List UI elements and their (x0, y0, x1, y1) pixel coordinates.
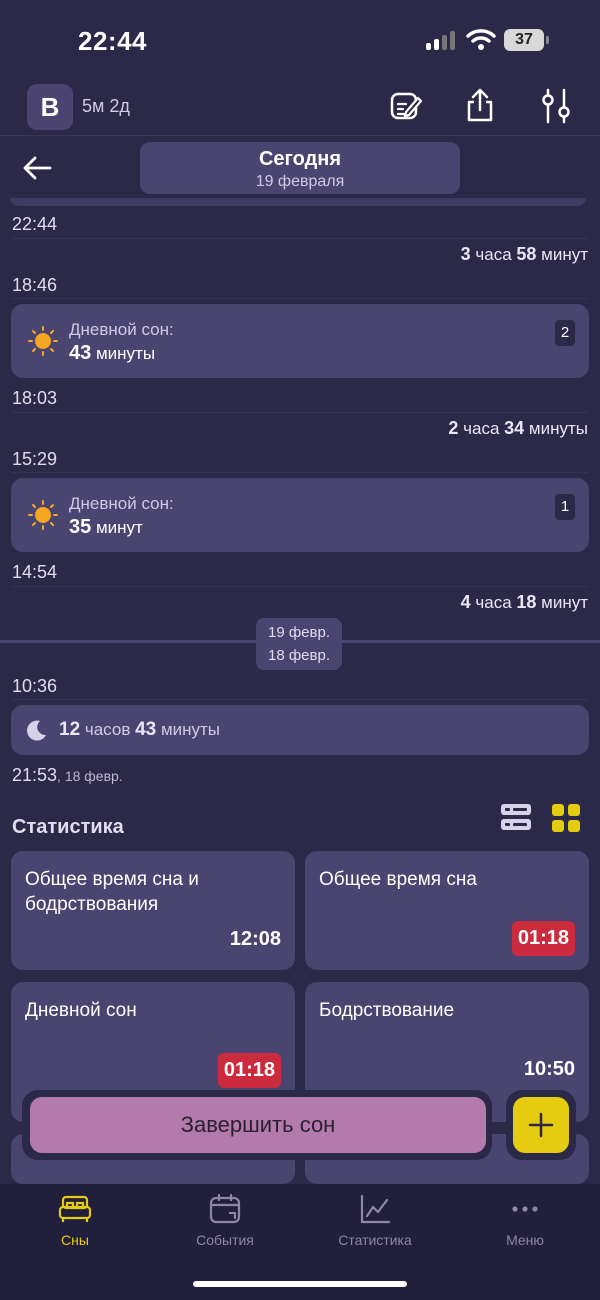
date-selector[interactable]: Сегодня 19 февраля (140, 142, 460, 194)
stat-value: 10:50 (523, 1058, 575, 1080)
nav-item-statistics[interactable]: Статистика (300, 1194, 450, 1264)
stats-title: Статистика (12, 816, 124, 838)
timeline-time: 14:54 (12, 562, 58, 582)
awake-duration: 3 часа 58 минут (460, 244, 588, 264)
timeline-divider (12, 238, 588, 239)
more-icon (512, 1206, 538, 1212)
timeline-time: 22:44 (12, 214, 58, 234)
night-start-time: 21:53, 18 февр. (12, 765, 123, 785)
nap-duration: 43 минуты (69, 342, 156, 364)
stat-card-sleep[interactable]: Общее время сна 01:18 (305, 851, 589, 970)
day-current: 19 февр. (267, 624, 330, 641)
stat-label: Общее время сна (319, 869, 477, 890)
nap-label: Дневной сон: (69, 494, 174, 513)
date-title: Сегодня (258, 148, 342, 170)
list-view-icon[interactable] (500, 803, 532, 831)
avatar[interactable]: B (27, 84, 73, 130)
nap-label: Дневной сон: (69, 320, 174, 339)
nap-number-badge: 1 (555, 494, 575, 520)
end-sleep-button[interactable]: Завершить сон (30, 1097, 486, 1153)
calendar-icon (209, 1194, 241, 1224)
sun-icon (28, 326, 58, 356)
date-subtitle: 19 февраля (255, 173, 345, 190)
status-time: 22:44 (78, 26, 147, 56)
awake-duration: 4 часа 18 минут (460, 592, 588, 612)
settings-sliders-icon[interactable] (536, 86, 576, 126)
nav-label: События (196, 1232, 254, 1248)
nap-duration: 35 минут (69, 516, 143, 538)
signal-icon (426, 30, 458, 50)
stat-label: Бодрствование (319, 1000, 455, 1021)
nav-item-menu[interactable]: Меню (450, 1194, 600, 1264)
nap-number-badge: 2 (555, 320, 575, 346)
nav-item-sleeps[interactable]: Сны (0, 1194, 150, 1264)
arrow-left-icon[interactable] (20, 150, 60, 186)
nav-label: Меню (506, 1232, 544, 1248)
timeline-time: 18:03 (12, 388, 58, 408)
stat-card-total[interactable]: Общее время сна и бодрствования 12:08 (11, 851, 295, 970)
child-age: 5м 2д (82, 96, 130, 116)
top-bar: B 5м 2д (0, 80, 600, 136)
plus-icon (528, 1112, 554, 1138)
nav-item-events[interactable]: События (150, 1194, 300, 1264)
chart-icon (360, 1194, 391, 1224)
stat-label: Дневной сон (25, 1000, 137, 1021)
day-change-chip: 19 февр. 18 февр. (256, 618, 342, 670)
timeline-divider (12, 699, 588, 700)
nap-card[interactable]: Дневной сон: 35 минут 1 (11, 478, 589, 552)
timeline-time: 10:36 (12, 676, 58, 696)
timeline-divider (12, 586, 588, 587)
sun-icon (28, 500, 58, 530)
timeline-divider (12, 298, 588, 299)
stat-value: 01:18 (217, 1053, 281, 1088)
night-sleep-card[interactable]: 12 часов 43 минуты (11, 705, 589, 755)
nap-card[interactable]: Дневной сон: 43 минуты 2 (11, 304, 589, 378)
stat-value: 01:18 (511, 921, 575, 956)
home-indicator (193, 1281, 407, 1287)
timeline-time: 18:46 (12, 275, 58, 295)
nav-label: Сны (61, 1232, 89, 1248)
awake-duration: 2 часа 34 минуты (448, 418, 588, 438)
night-sleep-duration: 12 часов 43 минуты (59, 719, 221, 740)
day-previous: 18 февр. (267, 647, 330, 664)
battery-tip (546, 36, 549, 44)
grid-view-icon[interactable] (551, 803, 581, 833)
stat-value: 12:08 (229, 928, 281, 950)
battery-icon: 37 (504, 29, 544, 51)
timeline-divider (12, 472, 588, 473)
edit-icon[interactable] (386, 86, 426, 126)
timeline-divider (12, 412, 588, 413)
wifi-icon (466, 29, 496, 50)
bed-icon (58, 1195, 92, 1222)
add-button[interactable] (513, 1097, 569, 1153)
timeline-time: 15:29 (12, 449, 58, 469)
nav-label: Статистика (338, 1232, 412, 1248)
moon-icon (27, 720, 46, 741)
stat-label: Общее время сна и бодрствования (25, 869, 199, 915)
date-header-shadow (10, 198, 586, 206)
status-bar: 22:44 37 (0, 0, 600, 80)
share-icon[interactable] (460, 86, 500, 126)
